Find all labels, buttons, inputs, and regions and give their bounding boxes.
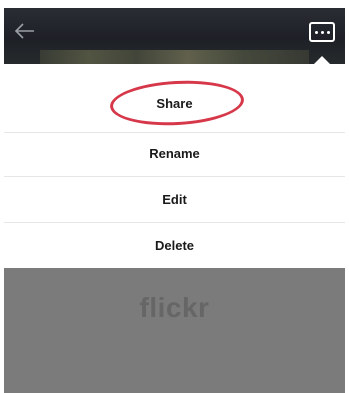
menu-item-share[interactable]: Share	[4, 80, 345, 126]
more-options-button[interactable]	[309, 22, 335, 42]
more-options-icon	[314, 30, 318, 34]
photo-header	[4, 8, 345, 64]
flickr-watermark: flickr	[139, 292, 210, 323]
options-menu: Share Rename Edit Delete	[4, 56, 345, 268]
menu-item-label: Edit	[162, 191, 187, 207]
dimmed-background[interactable]: flickr	[4, 268, 345, 393]
menu-item-edit[interactable]: Edit	[4, 176, 345, 222]
menu-item-delete[interactable]: Delete	[4, 222, 345, 268]
photo-preview	[40, 50, 309, 64]
menu-item-rename[interactable]: Rename	[4, 130, 345, 176]
more-options-dot	[326, 30, 330, 34]
screen: Share Rename Edit Delete flickr	[0, 0, 349, 393]
more-options-dot	[320, 30, 324, 34]
arrow-left-icon	[14, 23, 34, 39]
menu-item-label: Share	[156, 95, 193, 111]
menu-item-label: Rename	[149, 145, 200, 161]
menu-item-label: Delete	[154, 237, 195, 253]
menu-caret	[313, 56, 331, 65]
back-button[interactable]	[12, 18, 38, 44]
